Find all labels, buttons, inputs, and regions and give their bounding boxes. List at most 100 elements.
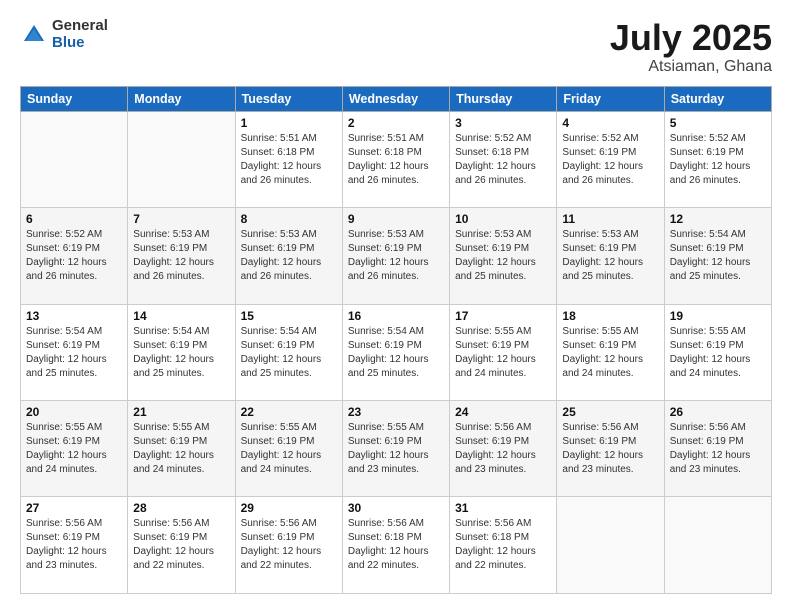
cell-info: Sunrise: 5:53 AM Sunset: 6:19 PM Dayligh…: [348, 228, 444, 284]
cell-info: Sunrise: 5:56 AM Sunset: 6:19 PM Dayligh…: [455, 421, 551, 477]
day-number: 31: [455, 501, 551, 515]
table-cell: 6 Sunrise: 5:52 AM Sunset: 6:19 PM Daylig…: [21, 208, 128, 304]
cell-info: Sunrise: 5:54 AM Sunset: 6:19 PM Dayligh…: [348, 325, 444, 381]
cell-info: Sunrise: 5:55 AM Sunset: 6:19 PM Dayligh…: [455, 325, 551, 381]
cell-info: Sunrise: 5:54 AM Sunset: 6:19 PM Dayligh…: [670, 228, 766, 284]
day-number: 5: [670, 116, 766, 130]
cell-info: Sunrise: 5:55 AM Sunset: 6:19 PM Dayligh…: [26, 421, 122, 477]
table-cell: 5 Sunrise: 5:52 AM Sunset: 6:19 PM Daylig…: [664, 111, 771, 207]
week-row-3: 20 Sunrise: 5:55 AM Sunset: 6:19 PM Dayli…: [21, 401, 772, 497]
table-cell: 4Sunrise: 5:52 AM Sunset: 6:19 PM Daylig…: [557, 111, 664, 207]
table-cell: 21 Sunrise: 5:55 AM Sunset: 6:19 PM Dayli…: [128, 401, 235, 497]
table-cell: [557, 497, 664, 594]
week-row-1: 6 Sunrise: 5:52 AM Sunset: 6:19 PM Daylig…: [21, 208, 772, 304]
day-number: 2: [348, 116, 444, 130]
day-number: 13: [26, 309, 122, 323]
cell-info: Sunrise: 5:56 AM Sunset: 6:19 PM Dayligh…: [26, 517, 122, 573]
cell-info: Sunrise: 5:55 AM Sunset: 6:19 PM Dayligh…: [241, 421, 337, 477]
col-monday: Monday: [128, 86, 235, 111]
table-cell: 2 Sunrise: 5:51 AM Sunset: 6:18 PM Daylig…: [342, 111, 449, 207]
cell-info: Sunrise: 5:56 AM Sunset: 6:19 PM Dayligh…: [241, 517, 337, 573]
day-number: 10: [455, 212, 551, 226]
day-number: 24: [455, 405, 551, 419]
col-thursday: Thursday: [450, 86, 557, 111]
cell-info: Sunrise: 5:53 AM Sunset: 6:19 PM Dayligh…: [455, 228, 551, 284]
cell-info: Sunrise: 5:55 AM Sunset: 6:19 PM Dayligh…: [670, 325, 766, 381]
day-number: 17: [455, 309, 551, 323]
table-cell: 17 Sunrise: 5:55 AM Sunset: 6:19 PM Dayli…: [450, 304, 557, 400]
day-number: 3: [455, 116, 551, 130]
week-row-0: 1Sunrise: 5:51 AM Sunset: 6:18 PM Daylig…: [21, 111, 772, 207]
logo-general-text: General: [52, 18, 108, 35]
table-cell: 25 Sunrise: 5:56 AM Sunset: 6:19 PM Dayli…: [557, 401, 664, 497]
week-row-2: 13 Sunrise: 5:54 AM Sunset: 6:19 PM Dayli…: [21, 304, 772, 400]
table-cell: 23 Sunrise: 5:55 AM Sunset: 6:19 PM Dayli…: [342, 401, 449, 497]
cell-info: Sunrise: 5:54 AM Sunset: 6:19 PM Dayligh…: [133, 325, 229, 381]
table-cell: 1Sunrise: 5:51 AM Sunset: 6:18 PM Daylig…: [235, 111, 342, 207]
table-cell: 31Sunrise: 5:56 AM Sunset: 6:18 PM Dayli…: [450, 497, 557, 594]
day-number: 9: [348, 212, 444, 226]
table-cell: 14 Sunrise: 5:54 AM Sunset: 6:19 PM Dayli…: [128, 304, 235, 400]
table-cell: 9 Sunrise: 5:53 AM Sunset: 6:19 PM Daylig…: [342, 208, 449, 304]
cell-info: Sunrise: 5:56 AM Sunset: 6:19 PM Dayligh…: [562, 421, 658, 477]
day-number: 6: [26, 212, 122, 226]
day-number: 28: [133, 501, 229, 515]
day-number: 12: [670, 212, 766, 226]
cell-info: Sunrise: 5:54 AM Sunset: 6:19 PM Dayligh…: [241, 325, 337, 381]
table-cell: 22 Sunrise: 5:55 AM Sunset: 6:19 PM Dayli…: [235, 401, 342, 497]
cell-info: Sunrise: 5:53 AM Sunset: 6:19 PM Dayligh…: [562, 228, 658, 284]
table-cell: 30Sunrise: 5:56 AM Sunset: 6:18 PM Dayli…: [342, 497, 449, 594]
day-number: 14: [133, 309, 229, 323]
day-number: 26: [670, 405, 766, 419]
cell-info: Sunrise: 5:55 AM Sunset: 6:19 PM Dayligh…: [133, 421, 229, 477]
table-cell: 8Sunrise: 5:53 AM Sunset: 6:19 PM Daylig…: [235, 208, 342, 304]
table-cell: 18Sunrise: 5:55 AM Sunset: 6:19 PM Dayli…: [557, 304, 664, 400]
table-cell: 11 Sunrise: 5:53 AM Sunset: 6:19 PM Dayli…: [557, 208, 664, 304]
col-friday: Friday: [557, 86, 664, 111]
cell-info: Sunrise: 5:52 AM Sunset: 6:19 PM Dayligh…: [26, 228, 122, 284]
day-number: 21: [133, 405, 229, 419]
day-number: 25: [562, 405, 658, 419]
calendar-header-row: Sunday Monday Tuesday Wednesday Thursday…: [21, 86, 772, 111]
table-cell: 13 Sunrise: 5:54 AM Sunset: 6:19 PM Dayli…: [21, 304, 128, 400]
day-number: 29: [241, 501, 337, 515]
table-cell: 20 Sunrise: 5:55 AM Sunset: 6:19 PM Dayli…: [21, 401, 128, 497]
table-cell: 27 Sunrise: 5:56 AM Sunset: 6:19 PM Dayli…: [21, 497, 128, 594]
day-number: 16: [348, 309, 444, 323]
day-number: 23: [348, 405, 444, 419]
day-number: 27: [26, 501, 122, 515]
cell-info: Sunrise: 5:56 AM Sunset: 6:19 PM Dayligh…: [133, 517, 229, 573]
cell-info: Sunrise: 5:56 AM Sunset: 6:18 PM Dayligh…: [348, 517, 444, 573]
cell-info: Sunrise: 5:56 AM Sunset: 6:19 PM Dayligh…: [670, 421, 766, 477]
table-cell: [21, 111, 128, 207]
logo: General Blue: [20, 18, 108, 51]
col-tuesday: Tuesday: [235, 86, 342, 111]
day-number: 11: [562, 212, 658, 226]
cell-info: Sunrise: 5:52 AM Sunset: 6:19 PM Dayligh…: [562, 132, 658, 188]
cell-info: Sunrise: 5:53 AM Sunset: 6:19 PM Dayligh…: [241, 228, 337, 284]
table-cell: 15Sunrise: 5:54 AM Sunset: 6:19 PM Dayli…: [235, 304, 342, 400]
table-cell: 29 Sunrise: 5:56 AM Sunset: 6:19 PM Dayli…: [235, 497, 342, 594]
table-cell: 28 Sunrise: 5:56 AM Sunset: 6:19 PM Dayli…: [128, 497, 235, 594]
title-month: July 2025: [610, 18, 772, 58]
logo-text: General Blue: [52, 18, 108, 51]
day-number: 22: [241, 405, 337, 419]
page: General Blue July 2025 Atsiaman, Ghana S…: [0, 0, 792, 612]
day-number: 18: [562, 309, 658, 323]
table-cell: 10 Sunrise: 5:53 AM Sunset: 6:19 PM Dayli…: [450, 208, 557, 304]
cell-info: Sunrise: 5:51 AM Sunset: 6:18 PM Dayligh…: [241, 132, 337, 188]
logo-icon: [20, 21, 48, 49]
cell-info: Sunrise: 5:54 AM Sunset: 6:19 PM Dayligh…: [26, 325, 122, 381]
cell-info: Sunrise: 5:52 AM Sunset: 6:19 PM Dayligh…: [670, 132, 766, 188]
col-wednesday: Wednesday: [342, 86, 449, 111]
day-number: 20: [26, 405, 122, 419]
cell-info: Sunrise: 5:55 AM Sunset: 6:19 PM Dayligh…: [348, 421, 444, 477]
title-location: Atsiaman, Ghana: [610, 58, 772, 76]
table-cell: [664, 497, 771, 594]
table-cell: [128, 111, 235, 207]
week-row-4: 27 Sunrise: 5:56 AM Sunset: 6:19 PM Dayli…: [21, 497, 772, 594]
title-block: July 2025 Atsiaman, Ghana: [610, 18, 772, 76]
day-number: 7: [133, 212, 229, 226]
cell-info: Sunrise: 5:51 AM Sunset: 6:18 PM Dayligh…: [348, 132, 444, 188]
table-cell: 24 Sunrise: 5:56 AM Sunset: 6:19 PM Dayli…: [450, 401, 557, 497]
